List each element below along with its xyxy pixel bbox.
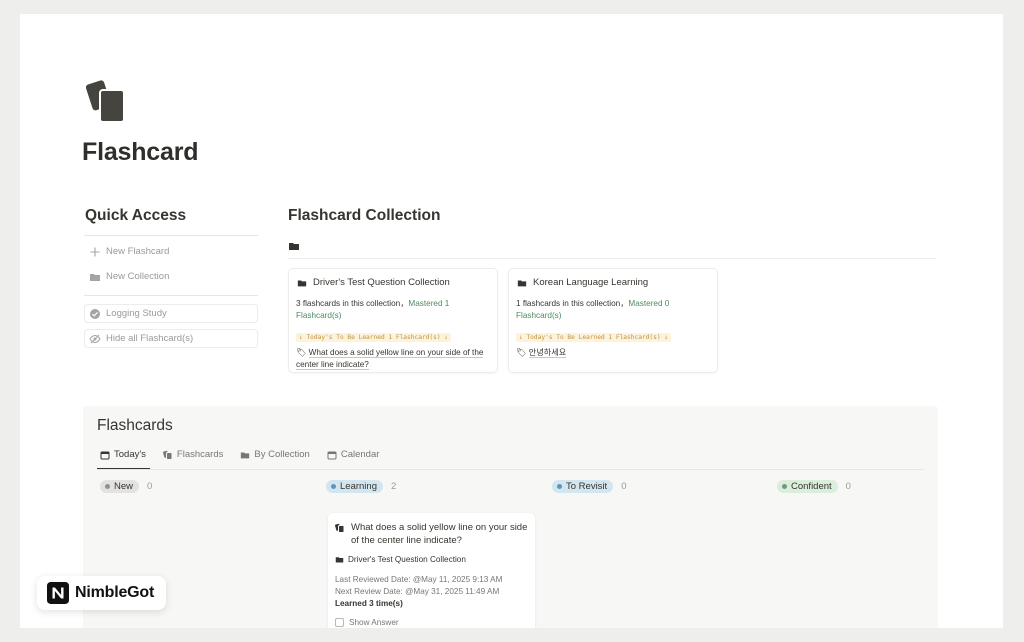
collection-card-stats: 1 flashcards in this collection，Mastered… (516, 298, 710, 322)
new-collection-label: New Collection (106, 271, 170, 282)
question-link[interactable]: What does a solid yellow line on your si… (296, 348, 484, 370)
status-badge[interactable]: Learning (326, 480, 383, 493)
page: Flashcard Quick Access New Flashcard New… (20, 14, 1003, 628)
status-badge[interactable]: New (100, 480, 140, 493)
next-review-label: Next Review Date: (335, 587, 406, 596)
calendar-icon (100, 451, 110, 459)
learned-count: Learned 3 time(s) (335, 599, 403, 608)
tab-by-collection[interactable]: By Collection (237, 444, 313, 465)
divider (97, 469, 924, 470)
checkbox-box[interactable] (335, 618, 344, 627)
quick-access-heading: Quick Access (85, 207, 187, 224)
question-link[interactable]: 안녕하세요 (528, 348, 567, 358)
page-title: Flashcard (82, 138, 199, 166)
status-label: Confident (791, 481, 832, 492)
collection-card-question[interactable]: 🏷 What does a solid yellow line on your … (296, 347, 490, 371)
folder-icon (335, 557, 344, 563)
flashcard-page-icon (85, 80, 130, 124)
today-to-learn-tag: ↓ Today's To Be Learned 1 Flashcard(s) ↓ (296, 333, 452, 342)
last-reviewed-date: @May 11, 2025 9:13 AM (412, 575, 503, 584)
eye-off-icon (89, 334, 101, 343)
collection-card-question[interactable]: 🏷 안녕하세요 (516, 347, 710, 359)
status-badge[interactable]: To Revisit (552, 480, 614, 493)
board-title: Flashcards (97, 417, 173, 434)
folder-icon (90, 273, 100, 281)
folder-icon (241, 452, 250, 458)
new-flashcard-button[interactable]: New Flashcard (84, 242, 258, 261)
new-flashcard-label: New Flashcard (106, 246, 170, 257)
nimblegot-label: NimbleGot (75, 584, 155, 601)
tab-todays[interactable]: Today's (97, 444, 150, 470)
next-review-date: @May 31, 2025 11:49 AM (405, 587, 500, 596)
plus-icon (90, 247, 100, 256)
column-count: 0 (845, 481, 851, 492)
divider (84, 295, 258, 296)
folder-icon (517, 280, 527, 286)
column-count: 2 (390, 481, 397, 492)
new-collection-button[interactable]: New Collection (84, 267, 258, 286)
status-badge[interactable]: Confident (777, 480, 838, 493)
tab-label: By Collection (254, 449, 310, 460)
today-to-learn-tag: ↓ Today's To Be Learned 1 Flashcard(s) ↓ (516, 333, 672, 342)
collection-heading: Flashcard Collection (288, 207, 441, 224)
logging-study-label: Logging Study (106, 308, 167, 319)
card-collection[interactable]: Driver's Test Question Collection (348, 555, 466, 564)
column-to-revisit: To Revisit 0 (552, 480, 626, 493)
tab-calendar[interactable]: Calendar (324, 444, 384, 465)
flashcard-card[interactable]: What does a solid yellow line on your si… (328, 513, 535, 628)
flashcard-count: 3 flashcards in this collection， (296, 299, 409, 308)
column-new: New 0 (100, 480, 152, 493)
column-confident: Confident 0 (777, 480, 851, 493)
last-reviewed-label: Last Reviewed Date: (335, 575, 413, 584)
collection-card-title: Driver's Test Question Collection (313, 277, 450, 288)
tab-label: Calendar (340, 449, 380, 460)
nimblegot-logo-icon (47, 582, 69, 604)
tab-label: Flashcards (176, 449, 224, 460)
card-dates: Last Reviewed Date: @May 11, 2025 9:13 A… (335, 574, 528, 610)
column-learning: Learning 2 (326, 480, 396, 493)
collection-card[interactable]: Driver's Test Question Collection 3 flas… (288, 268, 498, 373)
hide-all-flashcards-label: Hide all Flashcard(s) (106, 333, 194, 344)
status-label: To Revisit (566, 481, 608, 492)
divider (288, 258, 936, 259)
cards-icon (162, 450, 173, 460)
show-answer-label: Show Answer (349, 618, 399, 627)
folder-icon[interactable] (288, 239, 936, 251)
cards-icon (335, 523, 345, 533)
tab-label: Today's (114, 449, 146, 460)
quick-access-section: Quick Access New Flashcard New Collectio… (84, 207, 258, 348)
status-label: Learning (340, 481, 377, 492)
nimblegot-badge: NimbleGot (37, 576, 167, 610)
calendar-icon (327, 451, 337, 459)
tab-flashcards[interactable]: Flashcards (160, 444, 227, 465)
folder-icon (297, 280, 307, 286)
hide-all-flashcards-button[interactable]: Hide all Flashcard(s) (84, 329, 258, 348)
flashcards-board: Flashcards Today's Flashcards By Collect… (83, 406, 938, 628)
view-tabs: Today's Flashcards By Collection Calenda… (97, 444, 384, 470)
flashcard-collection-section: Flashcard Collection Driver's Test Quest… (288, 207, 936, 373)
status-label: New (114, 481, 134, 492)
check-circle-icon (90, 308, 100, 319)
logging-study-button[interactable]: Logging Study (84, 304, 258, 323)
collection-card-stats: 3 flashcards in this collection，Mastered… (296, 298, 490, 322)
flashcard-count: 1 flashcards in this collection， (516, 299, 629, 308)
card-question: What does a solid yellow line on your si… (351, 522, 528, 546)
column-count: 0 (147, 481, 153, 492)
collection-card[interactable]: Korean Language Learning 1 flashcards in… (508, 268, 718, 373)
show-answer-checkbox[interactable]: Show Answer (335, 618, 528, 627)
column-count: 0 (621, 481, 627, 492)
collection-card-title: Korean Language Learning (533, 277, 649, 288)
divider (84, 235, 258, 236)
